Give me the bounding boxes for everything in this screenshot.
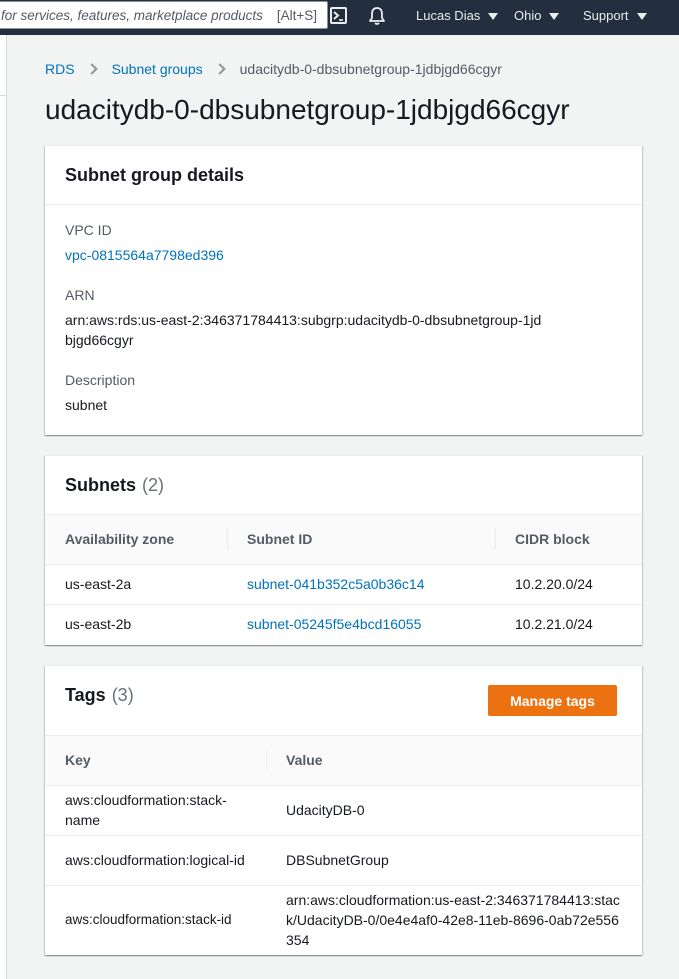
subnets-title: Subnets	[65, 475, 137, 495]
top-navigation: for services, features, marketplace prod…	[0, 0, 679, 35]
search-shortcut: [Alt+S]	[276, 8, 317, 23]
manage-tags-button[interactable]: Manage tags	[488, 685, 617, 716]
cidr-block-cell: 10.2.21.0/24	[515, 616, 593, 633]
panel-header: Subnet group details	[45, 146, 642, 205]
column-header-key[interactable]: Key	[45, 736, 266, 786]
subnet-id-link[interactable]: subnet-041b352c5a0b36c14	[247, 576, 425, 592]
tags-title: Tags	[65, 685, 106, 705]
search-placeholder: for services, features, marketplace prod…	[1, 8, 263, 23]
availability-zone-cell: us-east-2a	[45, 564, 227, 605]
tag-key-cell: aws:cloudformation:logical-id	[45, 835, 266, 886]
vpc-id-link[interactable]: vpc-0815564a7798ed396	[65, 247, 224, 263]
breadcrumb-current: udacitydb-0-dbsubnetgroup-1jdbjgd66cgyr	[239, 61, 502, 77]
tags-panel: Tags (3) Manage tags Key Value aws:cloudf…	[45, 665, 642, 955]
subnets-count: (2)	[142, 475, 165, 495]
vpc-id-field: VPC ID vpc-0815564a7798ed396	[65, 220, 224, 265]
page-title: udacitydb-0-dbsubnetgroup-1jdbjgd66cgyr	[45, 94, 570, 125]
availability-zone-cell: us-east-2b	[65, 616, 132, 633]
breadcrumb: RDS Subnet groups udacitydb-0-dbsubnetgr…	[45, 61, 502, 77]
tag-key-cell: aws:cloudformation:stack-id	[65, 912, 232, 928]
arn-label: ARN	[65, 287, 95, 303]
table-row: aws:cloudformation:logical-id DBSubnetGr…	[45, 835, 642, 886]
column-header-value[interactable]: Value	[266, 736, 642, 786]
table-row: aws:cloudformation:stack-id arn:aws:clou…	[45, 885, 642, 955]
chevron-right-icon	[213, 63, 226, 75]
user-menu[interactable]: Lucas Dias	[416, 8, 499, 23]
breadcrumb-rds[interactable]: RDS	[45, 61, 75, 77]
side-navigation-drawer[interactable]	[0, 35, 7, 979]
tag-key-cell: aws:cloudformation:stack-name	[45, 785, 266, 836]
tag-value-cell: DBSubnetGroup	[266, 835, 642, 886]
chevron-right-icon	[85, 63, 98, 75]
caret-down-icon	[488, 12, 499, 20]
support-menu-label: Support	[583, 8, 629, 23]
user-menu-label: Lucas Dias	[416, 8, 481, 23]
description-field: Description subnet	[65, 370, 135, 415]
caret-down-icon	[549, 12, 560, 20]
description-value: subnet	[65, 397, 108, 413]
cidr-block-cell: 10.2.20.0/24	[495, 564, 642, 605]
tag-value-cell: UdacityDB-0	[266, 785, 642, 836]
column-header-availability-zone[interactable]: Availability zone	[45, 515, 227, 565]
panel-title: Subnet group details	[65, 165, 245, 185]
bell-icon[interactable]	[368, 6, 386, 26]
column-header-cidr-block[interactable]: CIDR block	[495, 515, 642, 565]
vpc-id-label: VPC ID	[65, 222, 112, 238]
breadcrumb-subnet-groups[interactable]: Subnet groups	[112, 61, 203, 77]
arn-value: arn:aws:rds:us-east-2:346371784413:subgr…	[65, 312, 542, 348]
cloudshell-icon[interactable]	[330, 7, 347, 24]
table-row: us-east-2b subnet-05245f5e4bcd16055 10.2…	[45, 604, 642, 644]
arn-field: ARN arn:aws:rds:us-east-2:346371784413:s…	[65, 285, 565, 350]
description-label: Description	[65, 372, 136, 388]
tags-table: Key Value aws:cloudformation:stack-name …	[45, 736, 642, 955]
tag-value-cell: arn:aws:cloudformation:us-east-2:3463717…	[286, 892, 620, 949]
panel-header: Subnets (2)	[45, 456, 642, 515]
caret-down-icon	[636, 12, 647, 20]
subnets-table: Availability zone Subnet ID CIDR block u…	[45, 515, 642, 644]
table-row: us-east-2a subnet-041b352c5a0b36c14 10.2…	[45, 564, 642, 605]
search-input[interactable]: for services, features, marketplace prod…	[0, 1, 328, 29]
region-menu-label: Ohio	[514, 8, 542, 23]
panel-title: Tags (3)	[65, 685, 134, 706]
panel-title: Subnets (2)	[65, 475, 164, 496]
column-header-subnet-id[interactable]: Subnet ID	[227, 515, 495, 565]
tags-count: (3)	[111, 685, 134, 705]
panel-header: Tags (3) Manage tags	[45, 666, 642, 736]
table-row: aws:cloudformation:stack-name UdacityDB-…	[45, 785, 642, 836]
subnets-panel: Subnets (2) Availability zone Subnet ID C…	[45, 455, 642, 645]
subnet-group-details-panel: Subnet group details VPC ID vpc-0815564a…	[45, 145, 642, 435]
region-menu[interactable]: Ohio	[514, 8, 560, 23]
support-menu[interactable]: Support	[583, 8, 647, 23]
subnet-id-link[interactable]: subnet-05245f5e4bcd16055	[247, 616, 421, 632]
